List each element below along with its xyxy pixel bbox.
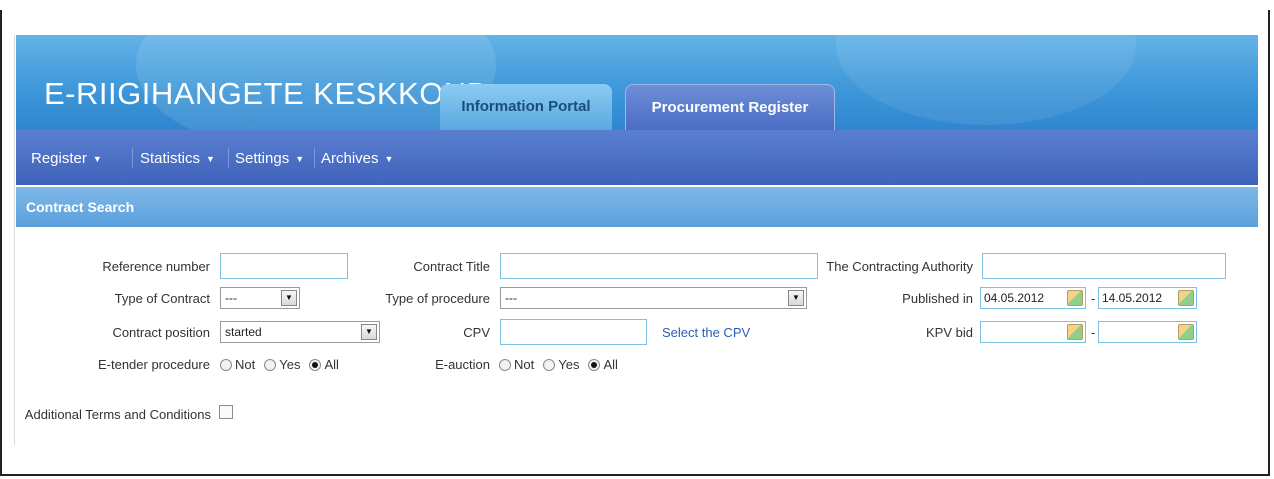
site-header: E-RIIGIHANGETE KESKKOND Information Port… xyxy=(16,35,1258,130)
tab-procurement-register[interactable]: Procurement Register xyxy=(625,84,835,130)
kpv-bid-to-input[interactable] xyxy=(1098,321,1197,343)
published-to-input[interactable]: 14.05.2012 xyxy=(1098,287,1197,309)
contract-position-select[interactable]: started ▼ xyxy=(220,321,380,343)
calendar-icon[interactable] xyxy=(1067,324,1083,340)
menu-register-label: Register xyxy=(31,150,87,167)
type-of-procedure-value: --- xyxy=(505,291,517,305)
calendar-icon[interactable] xyxy=(1178,290,1194,306)
published-from-value: 04.05.2012 xyxy=(984,291,1045,305)
menu-register[interactable]: Register ▼ xyxy=(31,150,102,167)
reference-number-input[interactable] xyxy=(220,253,348,279)
menu-statistics-label: Statistics xyxy=(140,150,201,167)
e-tender-yes-radio[interactable] xyxy=(264,358,277,371)
type-of-contract-label: Type of Contract xyxy=(114,291,210,306)
menu-settings[interactable]: Settings ▼ xyxy=(235,150,304,167)
published-to-value: 14.05.2012 xyxy=(1102,291,1163,305)
calendar-icon[interactable] xyxy=(1178,324,1194,340)
e-auction-all-radio[interactable] xyxy=(588,358,601,371)
menu-archives[interactable]: Archives ▼ xyxy=(321,150,393,167)
menu-divider xyxy=(314,148,315,168)
contract-position-value: started xyxy=(225,325,262,339)
kpv-bid-label: KPV bid xyxy=(926,325,973,340)
main-menu-bar: Register ▼ Statistics ▼ Settings ▼ Archives… xyxy=(16,130,1258,185)
e-tender-all-radio[interactable] xyxy=(309,358,322,371)
e-auction-not-radio[interactable] xyxy=(499,358,511,371)
contract-title-label: Contract Title xyxy=(413,259,490,274)
type-of-procedure-select[interactable]: --- ▼ xyxy=(500,287,807,309)
header-decoration xyxy=(836,35,1136,125)
contracting-authority-input[interactable] xyxy=(982,253,1226,279)
e-auction-yes-label: Yes xyxy=(558,357,580,372)
cpv-label: CPV xyxy=(463,325,490,340)
contracting-authority-label: The Contracting Authority xyxy=(826,259,973,274)
e-tender-radio-group: Not Yes All xyxy=(220,357,345,372)
menu-divider xyxy=(228,148,229,168)
e-auction-yes-radio[interactable] xyxy=(543,358,556,371)
type-of-procedure-label: Type of procedure xyxy=(385,291,490,306)
tab-information-portal[interactable]: Information Portal xyxy=(440,84,612,130)
brand-logo-text[interactable]: E-RIIGIHANGETE KESKKOND xyxy=(44,76,490,112)
chevron-down-icon: ▼ xyxy=(92,154,102,165)
e-tender-all-label: All xyxy=(324,357,339,372)
e-auction-not-label: Not xyxy=(514,357,535,372)
chevron-down-icon: ▼ xyxy=(295,154,305,165)
e-tender-not-radio[interactable] xyxy=(220,358,232,371)
calendar-icon[interactable] xyxy=(1067,290,1083,306)
e-tender-not-label: Not xyxy=(235,357,256,372)
chevron-down-icon: ▼ xyxy=(206,154,215,165)
date-range-separator: - xyxy=(1091,291,1096,306)
kpv-range-separator: - xyxy=(1091,325,1096,340)
section-header: Contract Search xyxy=(16,187,1258,227)
menu-statistics[interactable]: Statistics ▼ xyxy=(140,150,215,167)
e-auction-label: E-auction xyxy=(435,357,490,372)
e-auction-radio-group: Not Yes All xyxy=(499,357,624,372)
cpv-input[interactable] xyxy=(500,319,647,345)
contract-title-input[interactable] xyxy=(500,253,818,279)
left-rule xyxy=(14,35,15,445)
menu-settings-label: Settings xyxy=(235,150,290,167)
dropdown-arrow-icon[interactable]: ▼ xyxy=(281,290,297,306)
chevron-down-icon: ▼ xyxy=(384,154,394,165)
published-from-input[interactable]: 04.05.2012 xyxy=(980,287,1086,309)
e-auction-all-label: All xyxy=(603,357,618,372)
type-of-contract-select[interactable]: --- ▼ xyxy=(220,287,300,309)
contract-position-label: Contract position xyxy=(112,325,210,340)
reference-number-label: Reference number xyxy=(102,259,210,274)
additional-terms-label: Additional Terms and Conditions xyxy=(24,407,211,422)
menu-divider xyxy=(132,148,133,168)
type-of-contract-value: --- xyxy=(225,291,237,305)
additional-terms-checkbox[interactable] xyxy=(219,405,233,419)
e-tender-label: E-tender procedure xyxy=(97,357,210,372)
menu-archives-label: Archives xyxy=(321,150,379,167)
published-in-label: Published in xyxy=(902,291,973,306)
select-cpv-link[interactable]: Select the CPV xyxy=(662,325,750,340)
section-title: Contract Search xyxy=(26,199,135,215)
e-tender-yes-label: Yes xyxy=(279,357,301,372)
kpv-bid-from-input[interactable] xyxy=(980,321,1086,343)
